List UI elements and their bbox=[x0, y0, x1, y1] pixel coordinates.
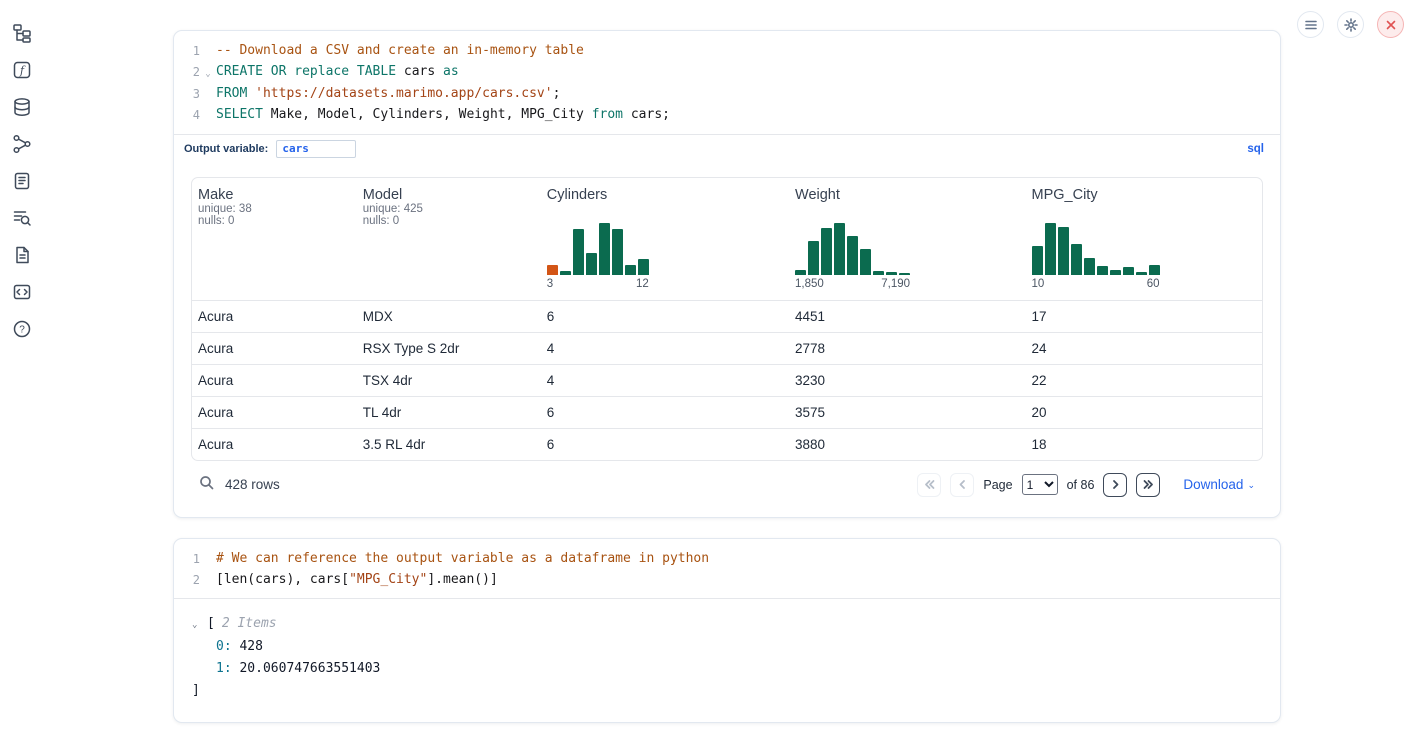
tree-entry: 1: 20.060747663551403 bbox=[192, 658, 1260, 680]
code-line[interactable]: 4SELECT Make, Model, Cylinders, Weight, … bbox=[178, 105, 1268, 126]
column-header[interactable]: Modelunique: 425nulls: 0 bbox=[357, 178, 541, 300]
logs-icon[interactable] bbox=[12, 207, 33, 228]
code-line[interactable]: 2⌄CREATE OR replace TABLE cars as bbox=[178, 62, 1268, 85]
shutdown-button[interactable] bbox=[1377, 11, 1404, 38]
column-header[interactable]: Makeunique: 38nulls: 0 bbox=[192, 178, 357, 300]
sql-cell: 1-- Download a CSV and create an in-memo… bbox=[173, 30, 1281, 518]
svg-text:?: ? bbox=[19, 324, 25, 335]
table-row[interactable]: Acura3.5 RL 4dr6388018 bbox=[192, 428, 1262, 460]
close-icon bbox=[1384, 18, 1398, 32]
output-variable-bar: Output variable: sql bbox=[174, 134, 1280, 163]
page-select[interactable]: 1 bbox=[1022, 474, 1058, 495]
search-icon[interactable] bbox=[199, 475, 214, 495]
chevrons-left-icon bbox=[923, 478, 936, 491]
next-page-button[interactable] bbox=[1103, 473, 1127, 497]
download-label: Download bbox=[1183, 477, 1243, 492]
snippets-icon[interactable] bbox=[12, 281, 33, 302]
page-label: Page bbox=[983, 478, 1012, 492]
column-header[interactable]: Weight1,8507,190 bbox=[789, 178, 1025, 300]
table-header: Makeunique: 38nulls: 0Modelunique: 425nu… bbox=[192, 178, 1262, 301]
python-output: ⌄ [ 2 Items 0: 4281: 20.060747663551403 … bbox=[174, 598, 1280, 722]
column-header[interactable]: Cylinders312 bbox=[541, 178, 789, 300]
tree-root: ⌄ [ 2 Items bbox=[192, 613, 1260, 636]
left-sidebar: f ? bbox=[0, 0, 44, 729]
code-line[interactable]: 3FROM 'https://datasets.marimo.app/cars.… bbox=[178, 84, 1268, 105]
chevron-right-icon bbox=[1109, 478, 1122, 491]
table-footer: 428 rows Page 1 of 86 bbox=[191, 463, 1263, 505]
output-variable-label: Output variable: bbox=[184, 143, 268, 155]
table-row[interactable]: AcuraTSX 4dr4323022 bbox=[192, 364, 1262, 396]
topbar-controls bbox=[1297, 11, 1404, 38]
help-icon[interactable]: ? bbox=[12, 318, 33, 339]
prev-page-button[interactable] bbox=[950, 473, 974, 497]
table-row[interactable]: AcuraRSX Type S 2dr4277824 bbox=[192, 332, 1262, 364]
last-page-button[interactable] bbox=[1136, 473, 1160, 497]
column-header[interactable]: MPG_City1060 bbox=[1026, 178, 1263, 300]
outline-icon[interactable] bbox=[12, 170, 33, 191]
svg-text:f: f bbox=[19, 64, 26, 77]
column-histogram: 312 bbox=[547, 223, 783, 290]
tree-items-count: 2 Items bbox=[222, 613, 277, 635]
chevron-down-icon: ⌄ bbox=[1247, 478, 1255, 491]
database-icon[interactable] bbox=[12, 96, 33, 117]
dependency-graph-icon[interactable] bbox=[12, 133, 33, 154]
chevrons-right-icon bbox=[1142, 478, 1155, 491]
menu-button[interactable] bbox=[1297, 11, 1324, 38]
file-explorer-icon[interactable] bbox=[12, 22, 33, 43]
table-row[interactable]: AcuraTL 4dr6357520 bbox=[192, 396, 1262, 428]
code-line[interactable]: 2[len(cars), cars["MPG_City"].mean()] bbox=[178, 570, 1268, 591]
gear-icon bbox=[1344, 18, 1358, 32]
table-row[interactable]: AcuraMDX6445117 bbox=[192, 301, 1262, 332]
output-variable-input[interactable] bbox=[276, 140, 356, 158]
python-code-editor[interactable]: 1# We can reference the output variable … bbox=[174, 539, 1280, 598]
tree-entry: 0: 428 bbox=[192, 636, 1260, 658]
settings-button[interactable] bbox=[1337, 11, 1364, 38]
notebook: 1-- Download a CSV and create an in-memo… bbox=[173, 30, 1281, 723]
data-table: Makeunique: 38nulls: 0Modelunique: 425nu… bbox=[191, 177, 1263, 461]
tree-entries: 0: 4281: 20.060747663551403 bbox=[192, 636, 1260, 680]
scratchpad-icon[interactable]: f bbox=[12, 59, 33, 80]
page-total: of 86 bbox=[1067, 478, 1095, 492]
tree-open-bracket: [ bbox=[207, 613, 215, 635]
code-line[interactable]: 1# We can reference the output variable … bbox=[178, 549, 1268, 570]
sql-code-editor[interactable]: 1-- Download a CSV and create an in-memo… bbox=[174, 31, 1280, 134]
documentation-icon[interactable] bbox=[12, 244, 33, 265]
hamburger-icon bbox=[1304, 18, 1318, 32]
chevron-left-icon bbox=[956, 478, 969, 491]
table-body: AcuraMDX6445117AcuraRSX Type S 2dr427782… bbox=[192, 301, 1262, 460]
code-line[interactable]: 1-- Download a CSV and create an in-memo… bbox=[178, 41, 1268, 62]
row-count: 428 rows bbox=[225, 477, 280, 492]
python-cell: 1# We can reference the output variable … bbox=[173, 538, 1281, 723]
language-badge: sql bbox=[1247, 143, 1270, 155]
tree-close-bracket: ] bbox=[192, 680, 1260, 702]
collapse-toggle-icon[interactable]: ⌄ bbox=[192, 614, 207, 636]
column-histogram: 1,8507,190 bbox=[795, 223, 1019, 290]
column-histogram: 1060 bbox=[1032, 223, 1257, 290]
fold-chevron-icon[interactable]: ⌄ bbox=[200, 62, 216, 85]
first-page-button[interactable] bbox=[917, 473, 941, 497]
pagination: Page 1 of 86 Download ⌄ bbox=[917, 473, 1255, 497]
download-button[interactable]: Download ⌄ bbox=[1183, 477, 1255, 492]
